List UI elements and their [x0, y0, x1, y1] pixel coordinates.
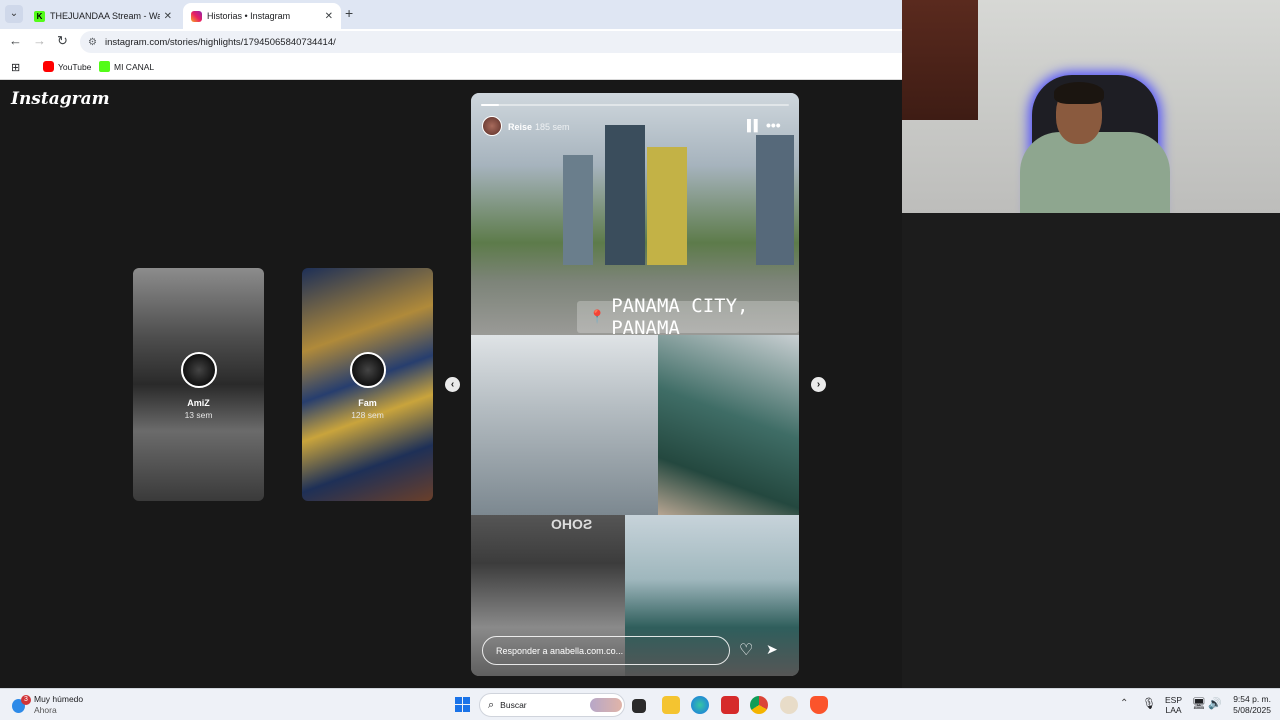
weather-widget[interactable]: 3 Muy húmedo Ahora [12, 694, 83, 716]
highlight-name: AmiZ [187, 398, 210, 408]
building-shape [563, 155, 593, 265]
tab-instagram-stories[interactable]: Historias • Instagram ✕ [183, 3, 341, 29]
kick-icon [99, 61, 110, 72]
highlight-time: 128 sem [351, 410, 384, 420]
close-tab-icon[interactable]: ✕ [325, 11, 333, 22]
clock-date: 5/08/2025 [1233, 705, 1271, 715]
browser-window: ⌄ K THEJUANDAA Stream - Watch ✕ Historia… [0, 0, 902, 688]
story-timestamp: 185 sem [535, 122, 570, 132]
search-icon: ⌕ [488, 698, 495, 711]
windows-start-icon[interactable] [455, 697, 471, 713]
active-story[interactable]: SOHO Reise 185 sem ▌▌ ••• 📍 PANAMA CITY,… [471, 93, 799, 676]
new-tab-button[interactable]: + [345, 5, 353, 21]
weather-subtitle: Ahora [34, 705, 57, 715]
keyboard-layout: LAA [1165, 705, 1182, 715]
language-code: ESP [1165, 695, 1183, 705]
reply-placeholder: Responder a anabella.com.co... [496, 645, 624, 656]
webcam-person-body [1020, 132, 1170, 213]
language-indicator[interactable]: ESP LAA [1165, 695, 1182, 715]
more-options-icon[interactable]: ••• [766, 117, 781, 133]
webcam-person-hair [1054, 82, 1104, 104]
bookmark-label: MI CANAL [114, 61, 155, 72]
previous-story-button[interactable]: ‹ [445, 377, 460, 392]
weather-icon: 3 [12, 695, 31, 713]
clock-time: 9:54 p. m. [1233, 694, 1271, 704]
highlight-card-fam[interactable]: Fam 128 sem [302, 268, 433, 501]
tab-search-icon[interactable]: ⌄ [5, 5, 23, 23]
location-text: PANAMA CITY, PANAMA [611, 295, 749, 339]
bookmarks-bar: ⊞ YouTube MI CANAL [0, 55, 902, 80]
highlight-avatar [350, 352, 386, 388]
chevron-up-icon[interactable]: ⌃ [1120, 698, 1128, 709]
heart-icon[interactable]: ♡ [739, 640, 753, 660]
tab-title: Historias • Instagram [207, 11, 291, 21]
bookmark-youtube[interactable]: YouTube [43, 61, 91, 72]
next-story-button[interactable]: › [811, 377, 826, 392]
highlight-time: 13 sem [184, 410, 213, 420]
story-username[interactable]: Reise [508, 122, 532, 132]
story-progress-bar [481, 104, 789, 106]
taskbar-clock[interactable]: 9:54 p. m. 5/08/2025 [1227, 694, 1271, 716]
back-icon[interactable]: ← [9, 33, 22, 48]
highlight-name: Fam [358, 398, 377, 408]
pause-icon[interactable]: ▌▌ [747, 120, 762, 132]
file-explorer-icon[interactable] [662, 696, 680, 714]
kick-icon: K [34, 10, 45, 22]
building-shape [647, 147, 687, 265]
story-photo-towers [471, 335, 658, 515]
location-sticker[interactable]: 📍 PANAMA CITY, PANAMA [577, 295, 799, 339]
apps-icon[interactable]: ⊞ [11, 61, 20, 74]
browser-toolbar: ← → ↻ ⚙ instagram.com/stories/highlights… [0, 29, 902, 55]
bookmark-label: YouTube [58, 61, 92, 72]
send-icon[interactable]: ➤ [766, 641, 778, 658]
search-placeholder: Buscar [500, 700, 527, 710]
windows-taskbar: 3 Muy húmedo Ahora ⌕ Buscar ⌃ 🎙 ESP LAA … [0, 688, 1280, 720]
webcam-door [902, 0, 978, 120]
building-shape [756, 135, 794, 265]
instagram-icon [191, 10, 202, 22]
webcam-overlay [902, 0, 1280, 213]
edge-icon[interactable] [691, 696, 709, 714]
tab-kick-stream[interactable]: K THEJUANDAA Stream - Watch ✕ [26, 3, 180, 29]
chrome-icon[interactable] [750, 696, 768, 714]
taskbar-search[interactable]: ⌕ Buscar [479, 693, 625, 717]
highlight-card-amiz[interactable]: AmiZ 13 sem [133, 268, 264, 501]
microphone-icon[interactable]: 🎙 [1142, 697, 1156, 710]
close-tab-icon[interactable]: ✕ [164, 11, 172, 22]
search-highlight-image [590, 698, 622, 712]
reply-input[interactable]: Responder a anabella.com.co... [482, 636, 730, 665]
reload-icon[interactable]: ↻ [57, 33, 68, 49]
bookmark-mi-canal[interactable]: MI CANAL [99, 61, 154, 72]
instagram-story-viewer: Instagram AmiZ 13 sem Fam 128 sem ‹ SOHO [0, 81, 902, 688]
anydesk-icon[interactable] [721, 696, 739, 714]
address-bar[interactable]: ⚙ instagram.com/stories/highlights/17945… [80, 31, 902, 53]
weather-title: Muy húmedo [34, 694, 84, 704]
story-progress-fill [481, 104, 500, 106]
brave-icon[interactable] [810, 696, 828, 714]
volume-icon[interactable]: 🔊 [1208, 697, 1222, 710]
url-text: instagram.com/stories/highlights/1794506… [104, 36, 336, 48]
network-icon[interactable]: 🖥 [1192, 697, 1206, 710]
forward-icon[interactable]: → [33, 33, 46, 48]
tab-title: THEJUANDAA Stream - Watch [50, 11, 160, 21]
tab-bar: ⌄ K THEJUANDAA Stream - Watch ✕ Historia… [0, 0, 902, 29]
building-shape [605, 125, 645, 265]
soho-sign: SOHO [551, 516, 593, 532]
site-info-icon[interactable]: ⚙ [88, 37, 97, 48]
story-photo-spiral-tower [658, 335, 799, 515]
instagram-logo[interactable]: Instagram [11, 89, 110, 109]
app-icon[interactable] [780, 696, 798, 714]
highlight-avatar [181, 352, 217, 388]
weather-badge: 3 [21, 695, 31, 705]
location-pin-icon: 📍 [589, 309, 606, 325]
story-user-avatar[interactable] [482, 116, 502, 136]
youtube-icon [43, 61, 54, 72]
task-view-icon[interactable] [632, 699, 646, 713]
